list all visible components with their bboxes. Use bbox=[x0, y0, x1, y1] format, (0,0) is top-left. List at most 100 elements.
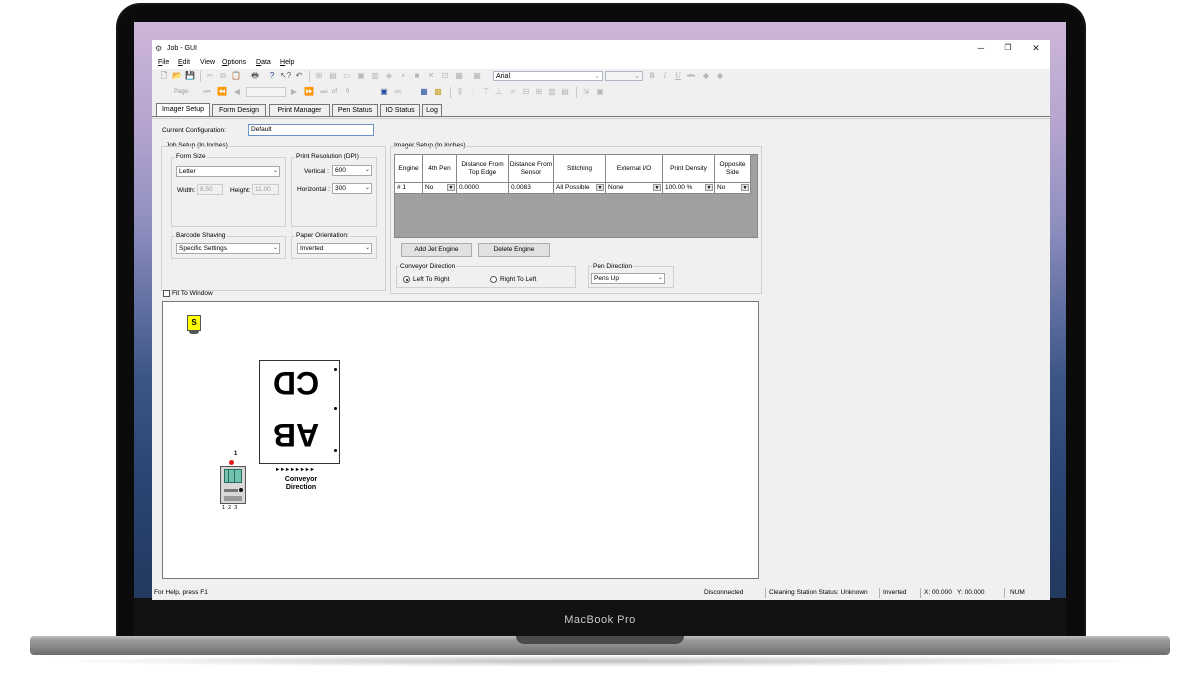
resize-icon[interactable]: ⇲ bbox=[581, 87, 591, 97]
horizontal-dpi-combo[interactable]: 300 ⌄ bbox=[332, 183, 372, 194]
first-page-icon[interactable]: ⏮ bbox=[202, 87, 212, 97]
center-h-icon[interactable]: ⊟ bbox=[521, 87, 531, 97]
cell-print-density[interactable]: 100.00 % ▼ bbox=[663, 183, 715, 194]
undo-icon[interactable]: ↶ bbox=[294, 71, 304, 81]
snap-grid-icon[interactable]: ⌗ bbox=[508, 87, 518, 97]
form-preview[interactable]: CD AB bbox=[259, 360, 340, 464]
fit-to-window-checkbox[interactable] bbox=[163, 290, 170, 297]
tab-imager-setup[interactable]: Imager Setup bbox=[156, 103, 210, 117]
page-number-field[interactable] bbox=[246, 87, 286, 97]
same-size-icon[interactable]: ▥ bbox=[547, 87, 557, 97]
font-name-combo[interactable]: Arial ⌄ bbox=[493, 71, 603, 81]
form-size-combo[interactable]: Letter ⌄ bbox=[176, 166, 280, 177]
preview-icon[interactable]: ▣ bbox=[379, 87, 389, 97]
menu-data[interactable]: Data bbox=[256, 59, 271, 66]
cut-icon[interactable]: ✂ bbox=[205, 71, 215, 81]
align-center-icon[interactable]: ▤ bbox=[328, 71, 338, 81]
paper-orientation-combo[interactable]: Inverted ⌄ bbox=[297, 243, 372, 254]
tab-log[interactable]: Log bbox=[422, 104, 442, 116]
italic-button[interactable]: I bbox=[660, 71, 670, 81]
dropdown-arrow-icon[interactable]: ▼ bbox=[596, 184, 604, 191]
image-import-icon[interactable]: ▦ bbox=[419, 87, 429, 97]
distribute-v-icon[interactable]: ⫶ bbox=[468, 87, 478, 97]
align-bottom-icon[interactable]: ⊥ bbox=[494, 87, 504, 97]
tab-pen-status[interactable]: Pen Status bbox=[332, 104, 378, 116]
print-icon[interactable]: 🖶 bbox=[250, 71, 260, 81]
left-to-right-label[interactable]: Left To Right bbox=[413, 276, 449, 283]
image-tool-icon[interactable]: ▣ bbox=[356, 71, 366, 81]
sensor-marker[interactable]: S bbox=[187, 315, 201, 331]
delete-engine-button[interactable]: Delete Engine bbox=[478, 243, 550, 257]
cell-external-io[interactable]: None ▼ bbox=[606, 183, 663, 194]
close-button[interactable]: ✕ bbox=[1029, 43, 1043, 54]
fill-icon[interactable]: ■ bbox=[412, 71, 422, 81]
distribute-h-icon[interactable]: ⫼ bbox=[455, 87, 465, 97]
help-icon[interactable]: ? bbox=[267, 71, 277, 81]
next-fast-icon[interactable]: ⏩ bbox=[304, 87, 314, 97]
open-folder-icon[interactable]: 📂 bbox=[172, 71, 182, 81]
restore-button[interactable]: ❐ bbox=[1001, 43, 1015, 52]
cell-distance-top-edge[interactable]: 0.0000 bbox=[457, 183, 509, 194]
right-to-left-radio[interactable] bbox=[490, 276, 497, 283]
dropdown-arrow-icon[interactable]: ▼ bbox=[447, 184, 455, 191]
pen-direction-combo[interactable]: Pens Up ⌄ bbox=[591, 273, 665, 284]
spacing-icon[interactable]: ▤ bbox=[560, 87, 570, 97]
width-field[interactable]: 8.50 bbox=[197, 184, 223, 195]
font-color-icon[interactable]: ◆ bbox=[701, 71, 711, 81]
align-left-icon[interactable]: ⊞ bbox=[314, 71, 324, 81]
cell-opposite-side[interactable]: No ▼ bbox=[715, 183, 751, 194]
dropdown-arrow-icon[interactable]: ▼ bbox=[741, 184, 749, 191]
height-field[interactable]: 11.00 bbox=[252, 184, 279, 195]
dropdown-arrow-icon[interactable]: ▼ bbox=[705, 184, 713, 191]
cell-4th-pen[interactable]: No ▼ bbox=[423, 183, 457, 194]
last-page-icon[interactable]: ⏭ bbox=[319, 87, 329, 97]
save-icon[interactable]: 💾 bbox=[185, 71, 195, 81]
left-to-right-radio[interactable] bbox=[403, 276, 410, 283]
cell-stitching[interactable]: All Possible ▼ bbox=[554, 183, 606, 194]
barcode-shaving-combo[interactable]: Specific Settings ⌄ bbox=[176, 243, 280, 254]
preview-canvas[interactable]: S CD AB ►►►►►►►► Conveyor Direction 1 1 … bbox=[162, 301, 759, 579]
fill-color-icon[interactable]: ◆ bbox=[715, 71, 725, 81]
previous-fast-icon[interactable]: ⏪ bbox=[217, 87, 227, 97]
copy-icon[interactable]: ⧉ bbox=[218, 71, 228, 81]
barcode-tool-icon[interactable]: ▥ bbox=[370, 71, 380, 81]
context-help-icon[interactable]: ↖? bbox=[280, 71, 291, 81]
delete-x-icon[interactable]: ✕ bbox=[426, 71, 436, 81]
next-page-icon[interactable]: ▶ bbox=[289, 87, 299, 97]
fit-to-window-label[interactable]: Fit To Window bbox=[172, 290, 213, 297]
line-tool-icon[interactable]: ▭ bbox=[342, 71, 352, 81]
minimize-button[interactable]: ─ bbox=[974, 43, 988, 53]
paste-icon[interactable]: 📋 bbox=[231, 71, 241, 81]
new-file-icon[interactable]: 🗋 bbox=[159, 71, 169, 81]
align-top-icon[interactable]: ⊤ bbox=[481, 87, 491, 97]
bold-button[interactable]: B bbox=[647, 71, 657, 81]
menu-edit[interactable]: Edit bbox=[178, 59, 190, 66]
add-jet-engine-button[interactable]: Add Jet Engine bbox=[401, 243, 472, 257]
menu-help[interactable]: Help bbox=[280, 59, 294, 66]
menu-options[interactable]: Options bbox=[222, 59, 246, 66]
small-box-icon[interactable]: ▪ bbox=[398, 71, 408, 81]
table-icon[interactable]: ▦ bbox=[454, 71, 464, 81]
tab-print-manager[interactable]: Print Manager bbox=[269, 104, 330, 116]
tab-io-status[interactable]: IO Status bbox=[380, 104, 420, 116]
frame-icon[interactable]: ⊡ bbox=[440, 71, 450, 81]
cell-distance-sensor[interactable]: 0.0083 bbox=[509, 183, 554, 194]
center-v-icon[interactable]: ⊞ bbox=[534, 87, 544, 97]
text-tool-button[interactable]: abc bbox=[393, 87, 403, 97]
jet-engine-icon[interactable] bbox=[220, 466, 246, 504]
menu-view[interactable]: View bbox=[200, 59, 215, 66]
shape-tool-icon[interactable]: ◈ bbox=[384, 71, 394, 81]
vertical-dpi-combo[interactable]: 600 ⌄ bbox=[332, 165, 372, 176]
properties-icon[interactable]: ▣ bbox=[595, 87, 605, 97]
current-configuration-field[interactable]: Default bbox=[248, 124, 374, 136]
menu-file[interactable]: File bbox=[158, 59, 169, 66]
image-export-icon[interactable]: ▩ bbox=[433, 87, 443, 97]
strikethrough-button[interactable]: abc bbox=[686, 71, 696, 81]
grid-icon[interactable]: ▦ bbox=[472, 71, 482, 81]
underline-button[interactable]: U bbox=[673, 71, 683, 81]
dropdown-arrow-icon[interactable]: ▼ bbox=[653, 184, 661, 191]
tab-form-design[interactable]: Form Design bbox=[212, 104, 266, 116]
right-to-left-label[interactable]: Right To Left bbox=[500, 276, 536, 283]
previous-page-icon[interactable]: ◀ bbox=[232, 87, 242, 97]
font-size-combo[interactable]: ⌄ bbox=[605, 71, 643, 81]
